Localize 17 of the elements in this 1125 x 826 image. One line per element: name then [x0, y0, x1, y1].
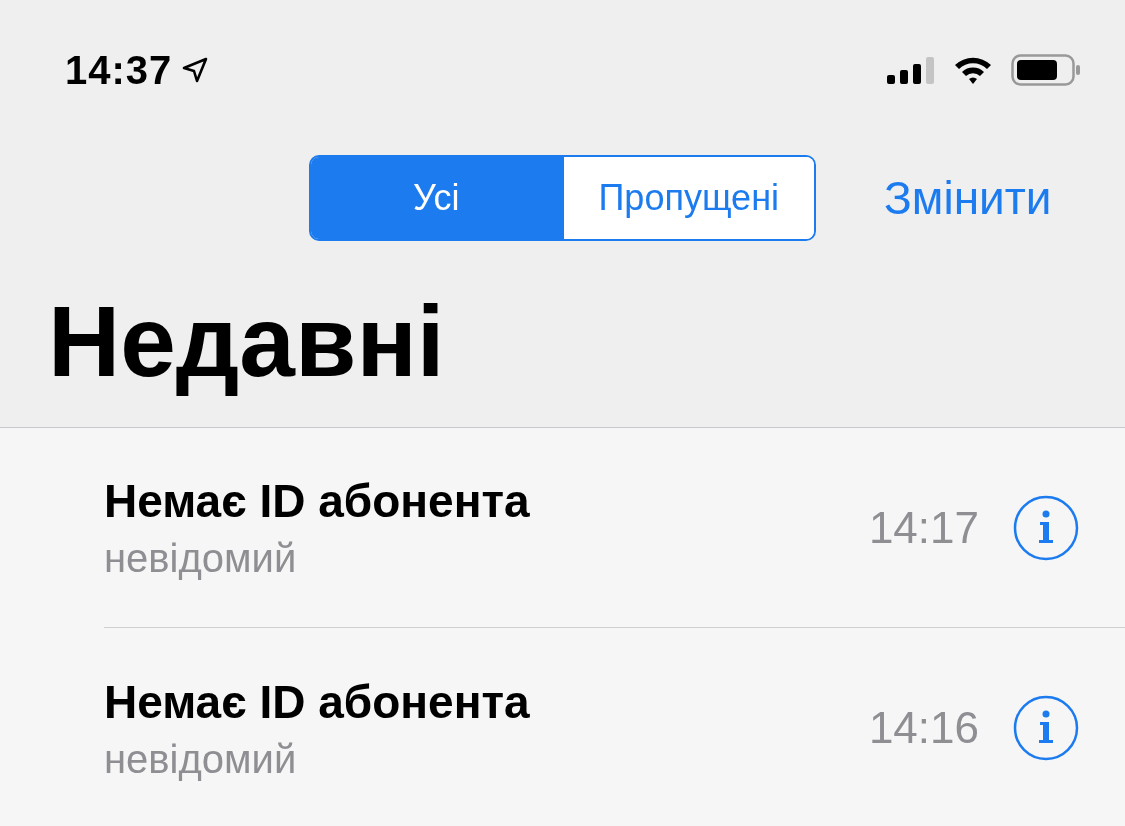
caller-name: Немає ID абонента	[104, 674, 531, 729]
status-time: 14:37	[65, 47, 173, 93]
edit-button[interactable]: Змінити	[884, 171, 1052, 225]
call-time: 14:17	[868, 502, 979, 553]
info-button[interactable]	[1013, 494, 1079, 561]
segment-tab[interactable]: Пропущені	[561, 157, 814, 239]
call-detail: невідомий	[104, 536, 298, 581]
signal-icon	[887, 56, 935, 84]
caller-name: Немає ID абонента	[104, 474, 531, 528]
wifi-icon	[953, 55, 993, 85]
call-time: 14:16	[868, 703, 979, 753]
location-arrow-icon	[182, 57, 209, 83]
page-title: Недавні	[48, 284, 445, 399]
battery-icon	[1011, 54, 1081, 86]
info-button[interactable]	[1013, 695, 1079, 761]
call-detail: невідомий	[104, 736, 298, 782]
segment-tab[interactable]: Усі	[311, 157, 562, 239]
